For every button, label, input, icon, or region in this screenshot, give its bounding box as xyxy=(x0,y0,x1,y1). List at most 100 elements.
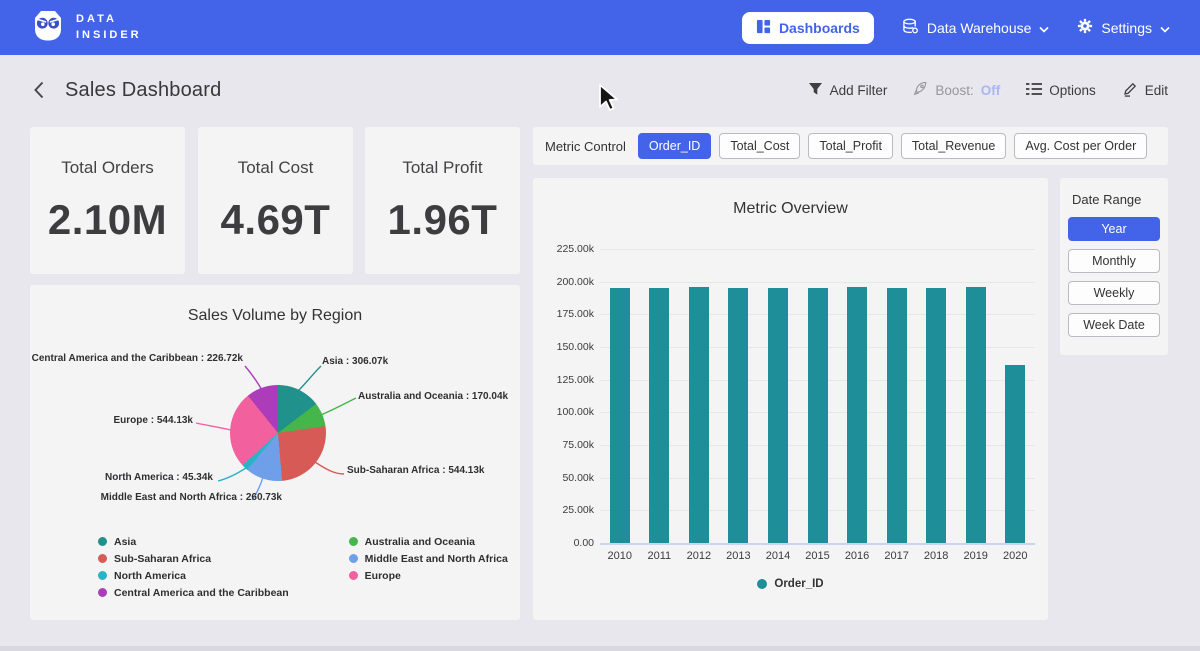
x-axis-tick: 2011 xyxy=(640,550,680,562)
brand-line2: INSIDER xyxy=(76,28,142,44)
legend-item-sub-saharan-africa[interactable]: Sub-Saharan Africa xyxy=(98,550,289,567)
legend-dot xyxy=(757,579,767,589)
bar-2019[interactable] xyxy=(966,287,986,543)
legend-label: Australia and Oceania xyxy=(365,536,475,548)
legend-dot xyxy=(349,554,358,563)
bar-2015[interactable] xyxy=(808,288,828,543)
pie-chart[interactable] xyxy=(230,385,326,481)
dashboard-screen: DATA INSIDER Dashboards xyxy=(0,0,1200,651)
metric-control-label: Metric Control xyxy=(545,139,626,154)
metric-button-total-revenue[interactable]: Total_Revenue xyxy=(901,133,1006,159)
y-axis-tick: 25.00k xyxy=(562,504,594,516)
metric-button-avg-cost-per-order[interactable]: Avg. Cost per Order xyxy=(1014,133,1147,159)
bar-slot xyxy=(719,249,759,543)
date-range-button-monthly[interactable]: Monthly xyxy=(1068,249,1160,273)
bar-2010[interactable] xyxy=(610,288,630,543)
bar-slot xyxy=(916,249,956,543)
kpi-card-total-cost: Total Cost 4.69T xyxy=(198,127,353,274)
y-axis-tick: 100.00k xyxy=(557,406,594,418)
bar-slot xyxy=(798,249,838,543)
bar-2013[interactable] xyxy=(728,288,748,543)
date-range-label: Date Range xyxy=(1072,192,1160,207)
bar-2020[interactable] xyxy=(1005,365,1025,543)
nav-settings-button[interactable]: Settings xyxy=(1077,18,1170,37)
options-list-icon xyxy=(1026,82,1042,99)
legend-label: Asia xyxy=(114,536,136,548)
pie-legend: Asia Sub-Saharan Africa North America Centr… xyxy=(98,533,508,601)
owl-logo-icon xyxy=(30,7,66,48)
legend-dot xyxy=(98,571,107,580)
legend-label: Order_ID xyxy=(774,578,823,590)
options-button[interactable]: Options xyxy=(1026,82,1096,99)
top-nav: DATA INSIDER Dashboards xyxy=(0,0,1200,55)
pie-label-central-america: Central America and the Caribbean : 226.… xyxy=(32,353,243,364)
pie-label-middle-east-north-africa: Middle East and North Africa : 260.73k xyxy=(101,492,282,503)
date-range-button-year[interactable]: Year xyxy=(1068,217,1160,241)
y-axis-tick: 125.00k xyxy=(557,374,594,386)
bar-chart-plot-area: 225.00k200.00k175.00k150.00k125.00k100.0… xyxy=(600,249,1035,543)
kpi-card-total-orders: Total Orders 2.10M xyxy=(30,127,185,274)
bar-2012[interactable] xyxy=(689,287,709,543)
kpi-label: Total Orders xyxy=(61,158,154,178)
bar-2017[interactable] xyxy=(887,288,907,543)
y-axis-tick: 150.00k xyxy=(557,341,594,353)
metric-button-total-profit[interactable]: Total_Profit xyxy=(808,133,893,159)
filter-funnel-icon xyxy=(808,82,823,99)
kpi-label: Total Profit xyxy=(402,158,482,178)
chevron-down-icon xyxy=(1039,20,1049,36)
brand[interactable]: DATA INSIDER xyxy=(30,7,142,48)
legend-item-central-america-and-the-caribbean[interactable]: Central America and the Caribbean xyxy=(98,584,289,601)
boost-label: Boost: xyxy=(935,83,973,98)
bar-series xyxy=(600,249,1035,543)
dashboards-grid-icon xyxy=(756,19,771,37)
bar-2011[interactable] xyxy=(649,288,669,543)
metric-button-order-id[interactable]: Order_ID xyxy=(638,133,711,159)
rocket-icon xyxy=(913,81,928,99)
legend-item-europe[interactable]: Europe xyxy=(349,567,508,584)
date-range-button-weekly[interactable]: Weekly xyxy=(1068,281,1160,305)
bar-slot xyxy=(640,249,680,543)
bar-slot xyxy=(600,249,640,543)
pencil-icon xyxy=(1122,81,1138,100)
add-filter-button[interactable]: Add Filter xyxy=(808,82,888,99)
bar-2018[interactable] xyxy=(926,288,946,543)
y-axis-tick: 225.00k xyxy=(557,243,594,255)
back-button[interactable] xyxy=(32,80,45,100)
pie-chart-title: Sales Volume by Region xyxy=(30,307,520,325)
date-range-button-week-date[interactable]: Week Date xyxy=(1068,313,1160,337)
pie-label-sub-saharan-africa: Sub-Saharan Africa : 544.13k xyxy=(347,465,484,476)
bar-2016[interactable] xyxy=(847,287,867,543)
bar-chart-legend[interactable]: Order_ID xyxy=(533,578,1048,590)
gear-icon xyxy=(1077,18,1093,37)
legend-item-middle-east-and-north-africa[interactable]: Middle East and North Africa xyxy=(349,550,508,567)
legend-dot xyxy=(349,537,358,546)
legend-item-north-america[interactable]: North America xyxy=(98,567,289,584)
legend-item-asia[interactable]: Asia xyxy=(98,533,289,550)
bar-2014[interactable] xyxy=(768,288,788,543)
date-range-buttons: Year Monthly Weekly Week Date xyxy=(1068,217,1160,337)
kpi-value: 1.96T xyxy=(388,196,498,244)
y-axis-tick: 175.00k xyxy=(557,308,594,320)
metric-button-total-cost[interactable]: Total_Cost xyxy=(719,133,800,159)
legend-label: North America xyxy=(114,570,186,582)
database-icon xyxy=(902,18,919,38)
date-range-panel: Date Range Year Monthly Weekly Week Date xyxy=(1060,178,1168,355)
legend-label: Europe xyxy=(365,570,401,582)
boost-value: Off xyxy=(981,83,1001,98)
sales-volume-pie-card: Sales Volume by Region Central America a… xyxy=(30,285,520,620)
nav-data-warehouse-button[interactable]: Data Warehouse xyxy=(902,18,1050,38)
boost-toggle[interactable]: Boost: Off xyxy=(913,81,1000,99)
page-title: Sales Dashboard xyxy=(65,79,221,102)
nav-dashboards-button[interactable]: Dashboards xyxy=(742,12,874,44)
nav-settings-label: Settings xyxy=(1101,20,1152,36)
x-axis-tick: 2016 xyxy=(837,550,877,562)
x-axis-tick: 2015 xyxy=(798,550,838,562)
edit-label: Edit xyxy=(1145,83,1168,98)
x-axis-tick: 2012 xyxy=(679,550,719,562)
bar-slot xyxy=(956,249,996,543)
kpi-value: 4.69T xyxy=(221,196,331,244)
legend-item-australia-and-oceania[interactable]: Australia and Oceania xyxy=(349,533,508,550)
y-axis-tick: 0.00 xyxy=(574,537,594,549)
edit-button[interactable]: Edit xyxy=(1122,81,1168,100)
kpi-value: 2.10M xyxy=(48,196,167,244)
